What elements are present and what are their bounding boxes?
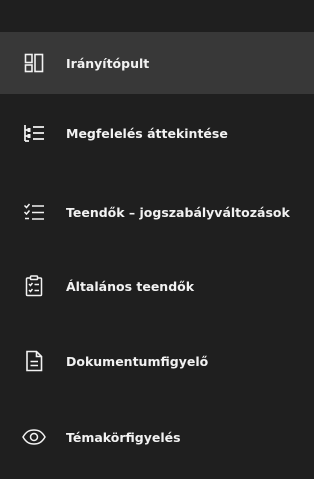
- sidebar-item-label: Általános teendők: [66, 278, 195, 294]
- sidebar-item-teendok-jogszabalyvaltozasok[interactable]: Teendők – jogszabályváltozások: [0, 181, 314, 243]
- compliance-list-icon: [22, 121, 46, 145]
- eye-icon: [22, 425, 46, 449]
- sidebar-item-label: Témakörfigyelés: [66, 429, 181, 445]
- sidebar-item-label: Irányítópult: [66, 55, 150, 71]
- sidebar-item-label: Dokumentumfigyelő: [66, 353, 209, 369]
- sidebar-item-label: Teendők – jogszabályváltozások: [66, 204, 290, 220]
- sidebar-item-altalanos-teendok[interactable]: Általános teendők: [0, 255, 314, 317]
- sidebar: Irányítópult Megfelelés áttekintése Teen…: [0, 0, 314, 479]
- sidebar-item-dokumentumfigyelo[interactable]: Dokumentumfigyelő: [0, 330, 314, 392]
- sidebar-item-label: Megfelelés áttekintése: [66, 125, 228, 141]
- sidebar-item-megfeleles-attekintese[interactable]: Megfelelés áttekintése: [0, 102, 314, 164]
- document-icon: [22, 349, 46, 373]
- checklist-icon: [22, 200, 46, 224]
- dashboard-icon: [22, 51, 46, 75]
- sidebar-item-temakorfigyeles[interactable]: Témakörfigyelés: [0, 406, 314, 468]
- clipboard-check-icon: [22, 274, 46, 298]
- sidebar-item-iranyitopult[interactable]: Irányítópult: [0, 32, 314, 94]
